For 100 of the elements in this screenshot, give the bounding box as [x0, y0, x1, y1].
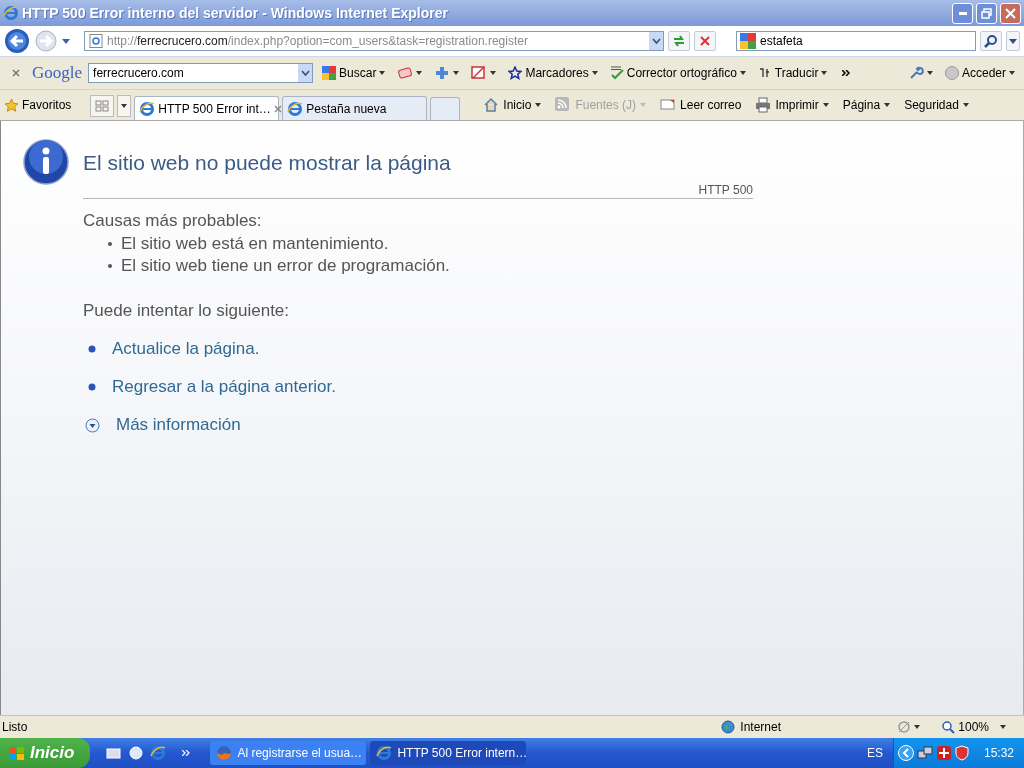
info-icon [23, 139, 69, 185]
grid-icon [95, 100, 110, 112]
command-button[interactable]: Imprimir [755, 97, 829, 113]
caret-icon [962, 103, 969, 107]
caret-icon [884, 103, 891, 107]
app-icon[interactable] [128, 745, 145, 761]
command-button[interactable]: Inicio [483, 97, 542, 113]
command-button[interactable]: Página [842, 98, 891, 112]
refresh-button[interactable] [668, 31, 690, 51]
search-button[interactable] [980, 31, 1002, 51]
browser-logo-icon[interactable] [150, 745, 167, 761]
shield-icon[interactable] [954, 745, 969, 761]
star-icon [508, 66, 523, 80]
dropdown-button[interactable] [649, 32, 663, 50]
favorites-button[interactable]: Favoritos [4, 97, 88, 113]
bullet-icon [108, 242, 112, 246]
printer-icon [755, 97, 772, 113]
caret-icon [640, 103, 647, 107]
desktop-icon[interactable] [106, 745, 123, 761]
taskbar-button[interactable]: Al registrarse el usua… [210, 741, 367, 765]
bullet-icon [108, 264, 112, 268]
toolbar-item[interactable]: Marcadores [505, 66, 601, 80]
section-heading: Causas más probables: [83, 211, 263, 231]
taskbar-button[interactable]: HTTP 500 Error intern… [370, 741, 527, 765]
browser-tab[interactable]: HTTP 500 Error int… [134, 96, 280, 120]
tab-list-button[interactable] [117, 95, 132, 117]
window-title: HTTP 500 Error interno del servidor - Windows Internet Explorer [22, 5, 449, 21]
close-button[interactable] [1000, 2, 1021, 24]
caret-icon [121, 104, 128, 108]
toolbar-search-field[interactable]: ferrecrucero.com [88, 63, 314, 83]
search-provider-icon [740, 33, 756, 49]
security-zone: Internet [740, 720, 781, 734]
more-button[interactable] [182, 750, 191, 756]
search-provider-icon [322, 66, 337, 80]
envelope-icon [660, 97, 677, 113]
toolbar-item[interactable]: Acceder [941, 66, 1018, 80]
toolbar-item[interactable]: Traducir [754, 66, 831, 80]
minimize-icon [958, 11, 967, 15]
close-icon [273, 104, 282, 113]
dropdown-button[interactable] [298, 64, 313, 82]
browser-logo-icon [3, 5, 19, 21]
toolbar-item[interactable]: Corrector ortográfico [606, 66, 749, 80]
close-icon [699, 35, 711, 47]
browser-tab[interactable]: Pestaña nueva [282, 96, 428, 120]
caret-icon [821, 71, 828, 75]
stop-button[interactable] [694, 31, 716, 51]
restore-button[interactable] [976, 2, 997, 24]
close-tab-button[interactable] [273, 104, 282, 113]
restore-icon [981, 7, 992, 19]
double-chevron-icon [842, 70, 851, 76]
star-icon [4, 97, 19, 113]
magnifier-icon [942, 720, 956, 734]
close-icon [1005, 7, 1016, 19]
caret-icon [1009, 71, 1015, 75]
checkmark-icon [609, 66, 624, 80]
globe-icon [721, 720, 736, 734]
caret-icon [739, 71, 746, 75]
browser-logo-icon [139, 100, 156, 117]
zoom-button[interactable]: 100% [936, 720, 1022, 734]
network-icon[interactable] [916, 745, 933, 761]
toolbar-logo: Google [32, 63, 83, 83]
toolbar-item[interactable]: Buscar [319, 66, 389, 80]
home-icon [483, 97, 500, 113]
plus-icon [434, 65, 451, 81]
minimize-button[interactable] [952, 2, 973, 24]
windows-flag-icon [8, 745, 25, 761]
user-avatar-icon [944, 66, 959, 80]
history-caret-icon[interactable] [62, 38, 70, 44]
clock: 15:32 [983, 746, 1014, 760]
caret-icon [591, 71, 598, 75]
more-info-link[interactable]: Más información [116, 415, 241, 435]
browser-logo-icon [376, 745, 393, 761]
search-icon [984, 34, 998, 48]
action-link[interactable]: Regresar a la página anterior. [112, 377, 336, 397]
caret-icon [914, 725, 921, 729]
caret-icon [1009, 38, 1017, 44]
caret-icon [535, 103, 542, 107]
close-icon [12, 69, 20, 77]
action-link[interactable]: Actualice la página. [112, 339, 260, 359]
search-field[interactable]: estafeta [736, 31, 976, 51]
language-indicator[interactable]: ES [866, 746, 883, 760]
address-field[interactable]: http://ferrecrucero.com/index.php?option=com_users&task=registration.register [84, 31, 664, 51]
blocked-window-icon [471, 65, 488, 81]
section-heading: Puede intentar lo siguiente: [83, 301, 291, 321]
back-button[interactable] [4, 28, 30, 54]
double-chevron-icon [182, 750, 191, 756]
chevron-down-icon [651, 38, 661, 44]
caret-icon [379, 71, 386, 75]
cause-text: El sitio web tiene un error de programación. [121, 255, 450, 277]
search-options-button[interactable] [1006, 31, 1020, 51]
chevron-left-icon[interactable] [897, 745, 914, 761]
caret-icon [490, 71, 497, 75]
command-button[interactable]: Leer correo [660, 97, 742, 113]
bullet-icon [88, 383, 96, 391]
url-text: http://ferrecrucero.com/index.php?option=com_users&task=registration.register [107, 34, 529, 48]
command-button[interactable]: Seguridad [904, 98, 969, 112]
expand-icon[interactable] [85, 417, 100, 433]
browser-logo-icon [287, 100, 304, 117]
chevron-down-icon [300, 70, 310, 76]
antivirus-icon[interactable] [935, 745, 952, 761]
